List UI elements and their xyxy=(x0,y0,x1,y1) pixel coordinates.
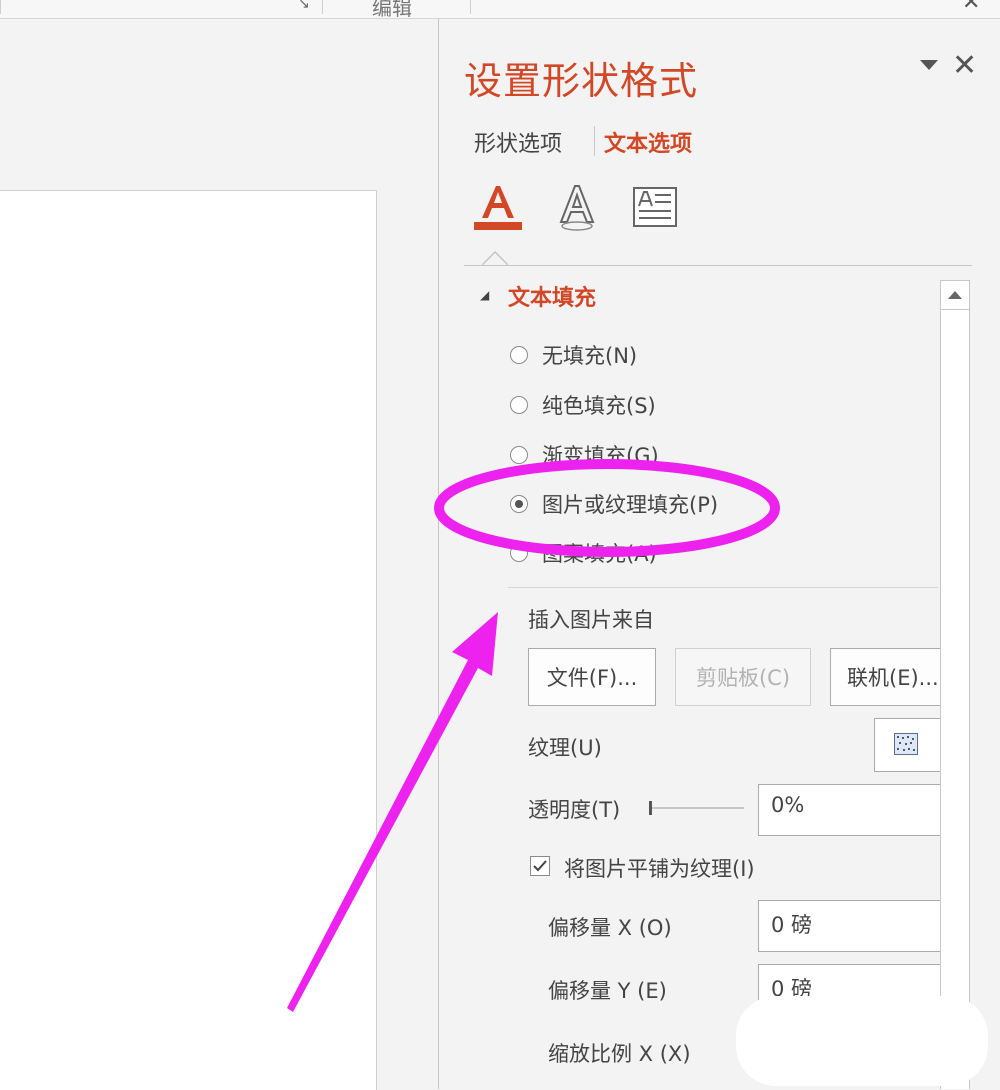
transparency-input[interactable]: 0% xyxy=(758,784,948,836)
active-category-pointer-icon xyxy=(482,250,508,266)
file-button[interactable]: 文件(F)... xyxy=(528,648,656,706)
pane-close-icon[interactable]: ✕ xyxy=(952,48,977,83)
ribbon-close-icon[interactable]: ✕ xyxy=(962,0,980,15)
dialog-launcher-icon[interactable]: ↘ xyxy=(298,0,310,12)
pane-title: 设置形状格式 xyxy=(464,59,699,103)
radio-button-selected[interactable] xyxy=(510,495,528,513)
offset-x-input[interactable]: 0 磅 xyxy=(758,900,948,952)
scroll-up-arrow-icon[interactable] xyxy=(940,280,970,310)
radio-button[interactable] xyxy=(510,396,528,414)
radio-solid-fill[interactable]: 纯色填充(S) xyxy=(510,390,656,420)
radio-button[interactable] xyxy=(510,544,528,562)
radio-button[interactable] xyxy=(510,446,528,464)
tab-text-options[interactable]: 文本选项 xyxy=(604,126,692,158)
slide-canvas[interactable] xyxy=(0,190,377,1090)
tile-picture-label: 将图片平铺为纹理(I) xyxy=(564,857,755,881)
radio-label: 图案填充(A) xyxy=(542,542,657,566)
pane-scrollbar[interactable] xyxy=(940,280,970,1089)
offset-y-label: 偏移量 Y (E) xyxy=(548,979,667,1003)
radio-button[interactable] xyxy=(510,346,528,364)
ribbon-separator xyxy=(470,0,471,14)
text-effects-icon[interactable] xyxy=(556,182,598,232)
ribbon-separator xyxy=(0,0,1,14)
checkmark-icon xyxy=(533,860,547,872)
scale-x-label: 缩放比例 X (X) xyxy=(548,1042,691,1066)
texture-swatch-icon xyxy=(894,733,918,755)
online-button[interactable]: 联机(E)... xyxy=(830,648,946,706)
section-divider xyxy=(464,265,972,266)
text-fill-outline-icon[interactable] xyxy=(474,182,522,232)
radio-no-fill[interactable]: 无填充(N) xyxy=(510,340,637,370)
ribbon-strip xyxy=(0,0,1000,19)
clipboard-button[interactable]: 剪贴板(C) xyxy=(675,648,811,706)
radio-picture-texture-fill[interactable]: 图片或纹理填充(P) xyxy=(510,489,718,519)
pane-options-dropdown-icon[interactable] xyxy=(920,60,938,70)
section-title-text-fill[interactable]: 文本填充 xyxy=(508,280,596,312)
tile-picture-checkbox[interactable] xyxy=(530,856,550,876)
pane-border xyxy=(438,18,439,1089)
textbox-icon[interactable] xyxy=(632,186,678,228)
radio-label: 渐变填充(G) xyxy=(542,444,659,468)
transparency-label: 透明度(T) xyxy=(528,798,621,822)
transparency-slider[interactable] xyxy=(648,798,744,818)
ribbon-separator xyxy=(322,0,323,14)
radio-label: 纯色填充(S) xyxy=(542,394,656,418)
offset-x-label: 偏移量 X (O) xyxy=(548,916,672,940)
texture-label: 纹理(U) xyxy=(528,736,602,760)
radio-label: 图片或纹理填充(P) xyxy=(542,493,719,517)
radio-gradient-fill[interactable]: 渐变填充(G) xyxy=(510,440,659,470)
white-occlusion xyxy=(736,996,988,1086)
radio-label: 无填充(N) xyxy=(542,344,638,368)
collapse-triangle-icon[interactable]: ◢ xyxy=(480,288,489,302)
subsection-divider xyxy=(508,587,938,588)
tab-separator xyxy=(594,126,595,156)
tab-shape-options[interactable]: 形状选项 xyxy=(474,126,562,158)
insert-picture-from-label: 插入图片来自 xyxy=(528,608,654,632)
ribbon-group-label: 编辑 xyxy=(372,0,412,20)
radio-pattern-fill[interactable]: 图案填充(A) xyxy=(510,538,657,568)
